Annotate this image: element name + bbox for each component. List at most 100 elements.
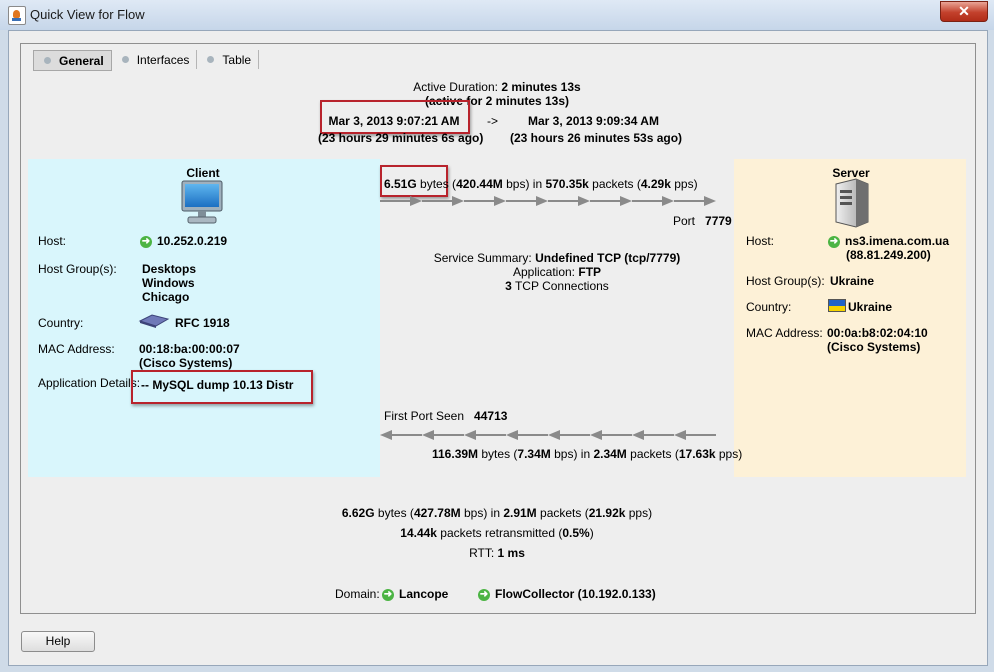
flow-arrow-shaft — [684, 434, 716, 436]
forward-flow-arrows — [380, 196, 716, 206]
forward-bps: 420.44M — [456, 177, 503, 191]
total-packets: 2.91M — [503, 506, 537, 520]
server-host-ip: (88.81.249.200) — [846, 248, 931, 262]
flow-arrow-shaft — [590, 200, 622, 202]
flow-arrow-shaft — [390, 434, 422, 436]
rtt-label: RTT: — [469, 546, 495, 560]
flow-arrow-shaft — [548, 200, 580, 202]
time-arrow: -> — [487, 114, 499, 128]
app-details-label: Application Details: — [38, 376, 141, 390]
forward-port: Port 7779 — [673, 214, 732, 228]
window-title: Quick View for Flow — [30, 7, 145, 22]
forward-pps: 4.29k — [640, 177, 671, 191]
reverse-bps-unit: bps) in — [550, 447, 594, 461]
ukraine-flag-icon — [828, 299, 846, 312]
service-application: Application: FTP — [400, 265, 714, 279]
end-ago: (23 hours 26 minutes 53s ago) — [510, 131, 683, 145]
flow-arrow-head — [674, 430, 686, 440]
first-port-seen: First Port Seen 44713 — [384, 409, 507, 423]
service-application-label: Application: — [512, 265, 576, 279]
client-country-label: Country: — [38, 316, 84, 330]
service-application-value: FTP — [578, 265, 602, 279]
flow-arrow-head — [548, 430, 560, 440]
flow-arrow-head — [662, 196, 674, 206]
client-mac: 00:18:ba:00:00:07 — [139, 342, 240, 356]
total-bytes: 6.62G — [341, 506, 375, 520]
flow-arrow-shaft — [506, 200, 538, 202]
flow-arrow-shaft — [516, 434, 548, 436]
first-port-label: First Port Seen — [384, 409, 465, 423]
tab-bullet-icon — [207, 56, 215, 63]
end-time: Mar 3, 2013 9:09:34 AM — [528, 114, 659, 128]
flow-arrow-shaft — [674, 200, 706, 202]
flow-arrow-shaft — [380, 200, 412, 202]
domain-value: Lancope — [399, 587, 449, 601]
close-button[interactable]: ✕ — [940, 1, 988, 22]
server-host-label: Host: — [746, 234, 775, 248]
forward-port-value: 7779 — [705, 214, 732, 228]
server-mac-label: MAC Address: — [746, 326, 823, 340]
server-host-value: ns3.imena.com.ua — [845, 234, 950, 248]
flow-collector-value: FlowCollector (10.192.0.133) — [495, 587, 656, 601]
go-arrow-icon: ➜ — [478, 588, 490, 601]
reverse-bytes: 116.39M — [432, 447, 479, 461]
reverse-pps: 17.63k — [678, 447, 716, 461]
reverse-flow-arrows — [380, 430, 716, 440]
forward-port-label: Port — [673, 214, 696, 228]
tab-bar: General Interfaces Table — [33, 50, 260, 71]
retransmitted: 14.44k packets retransmitted (0.5%) — [300, 526, 694, 540]
flow-arrow-head — [380, 430, 392, 440]
total-bps-unit: bps) in — [460, 506, 504, 520]
flow-arrow-head — [590, 430, 602, 440]
server-mac: 00:0a:b8:02:04:10 — [827, 326, 928, 340]
client-host-value: 10.252.0.219 — [157, 234, 228, 248]
total-pps: 21.92k — [588, 506, 626, 520]
total-traffic: 6.62G bytes (427.78M bps) in 2.91M packe… — [300, 506, 694, 520]
tab-table[interactable]: Table — [197, 50, 260, 69]
start-ago: (23 hours 29 minutes 6s ago) — [318, 131, 484, 145]
reverse-packets-unit: packets ( — [626, 447, 679, 461]
first-port-value: 44713 — [474, 409, 508, 423]
tab-general[interactable]: General — [33, 50, 112, 71]
server-country: Ukraine — [848, 300, 893, 314]
tab-label: General — [59, 53, 104, 68]
flow-arrow-head — [536, 196, 548, 206]
total-pps-unit: pps) — [625, 506, 653, 520]
flow-arrow-shaft — [464, 200, 496, 202]
tab-interfaces[interactable]: Interfaces — [112, 50, 198, 69]
flow-arrow-head — [704, 196, 716, 206]
reverse-traffic: 116.39M bytes (7.34M bps) in 2.34M packe… — [432, 447, 742, 461]
flow-collector-link[interactable]: ➜ FlowCollector (10.192.0.133) — [478, 587, 656, 601]
forward-bytes-unit: bytes ( — [416, 177, 457, 191]
flow-arrow-shaft — [600, 434, 632, 436]
domain-label: Domain: — [335, 587, 380, 601]
service-summary-value: Undefined TCP (tcp/7779) — [535, 251, 681, 265]
rtt: RTT: 1 ms — [300, 546, 694, 560]
go-arrow-icon: ➜ — [382, 588, 394, 601]
client-host-label: Host: — [38, 234, 67, 248]
flow-arrow-head — [506, 430, 518, 440]
forward-traffic: 6.51G bytes (420.44M bps) in 570.35k pac… — [384, 177, 698, 191]
domain-link[interactable]: ➜ Lancope — [382, 587, 448, 601]
flow-arrow-shaft — [432, 434, 464, 436]
client-host[interactable]: ➜ 10.252.0.219 — [140, 234, 227, 248]
flow-arrow-head — [494, 196, 506, 206]
reverse-pps-unit: pps) — [715, 447, 743, 461]
go-arrow-icon: ➜ — [140, 235, 152, 248]
reverse-bytes-unit: bytes ( — [478, 447, 518, 461]
total-packets-unit: packets ( — [536, 506, 589, 520]
retrans-count: 14.44k — [400, 526, 437, 540]
monitor-icon — [181, 180, 223, 224]
service-connections: 3 TCP Connections — [400, 279, 714, 293]
client-host-group-2: Windows — [142, 276, 195, 290]
app-details-value: -- MySQL dump 10.13 Distr — [141, 378, 294, 392]
server-host[interactable]: ➜ ns3.imena.com.ua — [828, 234, 949, 248]
total-bytes-unit: bytes ( — [374, 506, 414, 520]
start-time: Mar 3, 2013 9:07:21 AM — [328, 114, 460, 128]
forward-bps-unit: bps) in — [502, 177, 546, 191]
server-host-group: Ukraine — [830, 274, 875, 288]
help-button[interactable]: Help — [21, 631, 95, 652]
connections-label: TCP Connections — [511, 279, 609, 293]
server-icon — [835, 178, 869, 228]
forward-bytes: 6.51G — [384, 177, 417, 191]
